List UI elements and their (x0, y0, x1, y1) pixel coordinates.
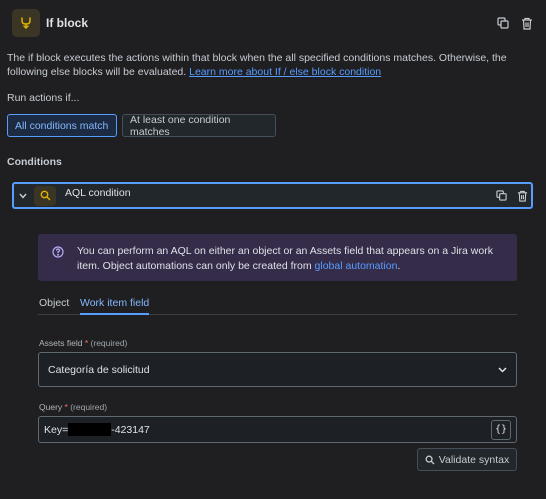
query-suffix: -423147 (111, 423, 150, 436)
trash-icon[interactable] (520, 16, 534, 30)
braces-button[interactable]: {} (491, 419, 511, 440)
aql-condition-row[interactable]: AQL condition (12, 182, 533, 209)
assets-field-value: Categoría de solicitud (48, 363, 150, 376)
required-mark: * (84, 338, 89, 348)
query-label-text: Query (39, 402, 63, 412)
run-actions-label: Run actions if... (7, 92, 80, 104)
copy-icon[interactable] (496, 16, 510, 30)
info-suffix: . (397, 259, 401, 272)
info-text: You can perform an AQL on either an obje… (77, 244, 513, 273)
block-description: The if block executes the actions within… (7, 51, 539, 79)
redacted-block (68, 423, 112, 436)
global-automation-link[interactable]: global automation (315, 260, 398, 272)
search-icon (425, 455, 435, 465)
required-hint: (required) (70, 402, 108, 412)
at-least-one-condition-button[interactable]: At least one condition matches (122, 114, 276, 138)
validate-syntax-label: Validate syntax (438, 453, 510, 466)
query-label: Query * (required) (39, 402, 107, 412)
search-icon (34, 185, 56, 206)
assets-field-label: Assets field * (required) (39, 338, 127, 348)
branch-icon (12, 9, 40, 37)
required-mark: * (64, 402, 68, 412)
chevron-down-icon[interactable] (16, 193, 30, 199)
tab-work-item-field[interactable]: Work item field (80, 297, 150, 315)
question-circle-icon (52, 246, 64, 261)
tab-bar: Object Work item field (38, 295, 517, 315)
validate-syntax-button[interactable]: Validate syntax (417, 448, 517, 471)
info-message: You can perform an AQL on either an obje… (38, 234, 517, 281)
chevron-down-icon (498, 364, 507, 376)
block-title: If block (46, 16, 89, 30)
tab-object[interactable]: Object (39, 297, 69, 309)
assets-field-select[interactable]: Categoría de solicitud (38, 352, 517, 387)
conditions-label: Conditions (7, 156, 62, 168)
condition-title: AQL condition (65, 186, 131, 199)
learn-more-link[interactable]: Learn more about If / else block conditi… (189, 66, 381, 78)
all-conditions-match-button[interactable]: All conditions match (7, 114, 117, 137)
info-body: You can perform an AQL on either an obje… (77, 245, 493, 272)
if-block-header: If block (12, 9, 534, 37)
required-hint: (required) (90, 338, 128, 348)
assets-field-label-text: Assets field (39, 338, 83, 348)
trash-icon[interactable] (515, 189, 529, 203)
query-input[interactable]: Key= -423147 {} (38, 416, 517, 443)
copy-icon[interactable] (494, 189, 508, 203)
query-prefix: Key= (44, 423, 69, 436)
